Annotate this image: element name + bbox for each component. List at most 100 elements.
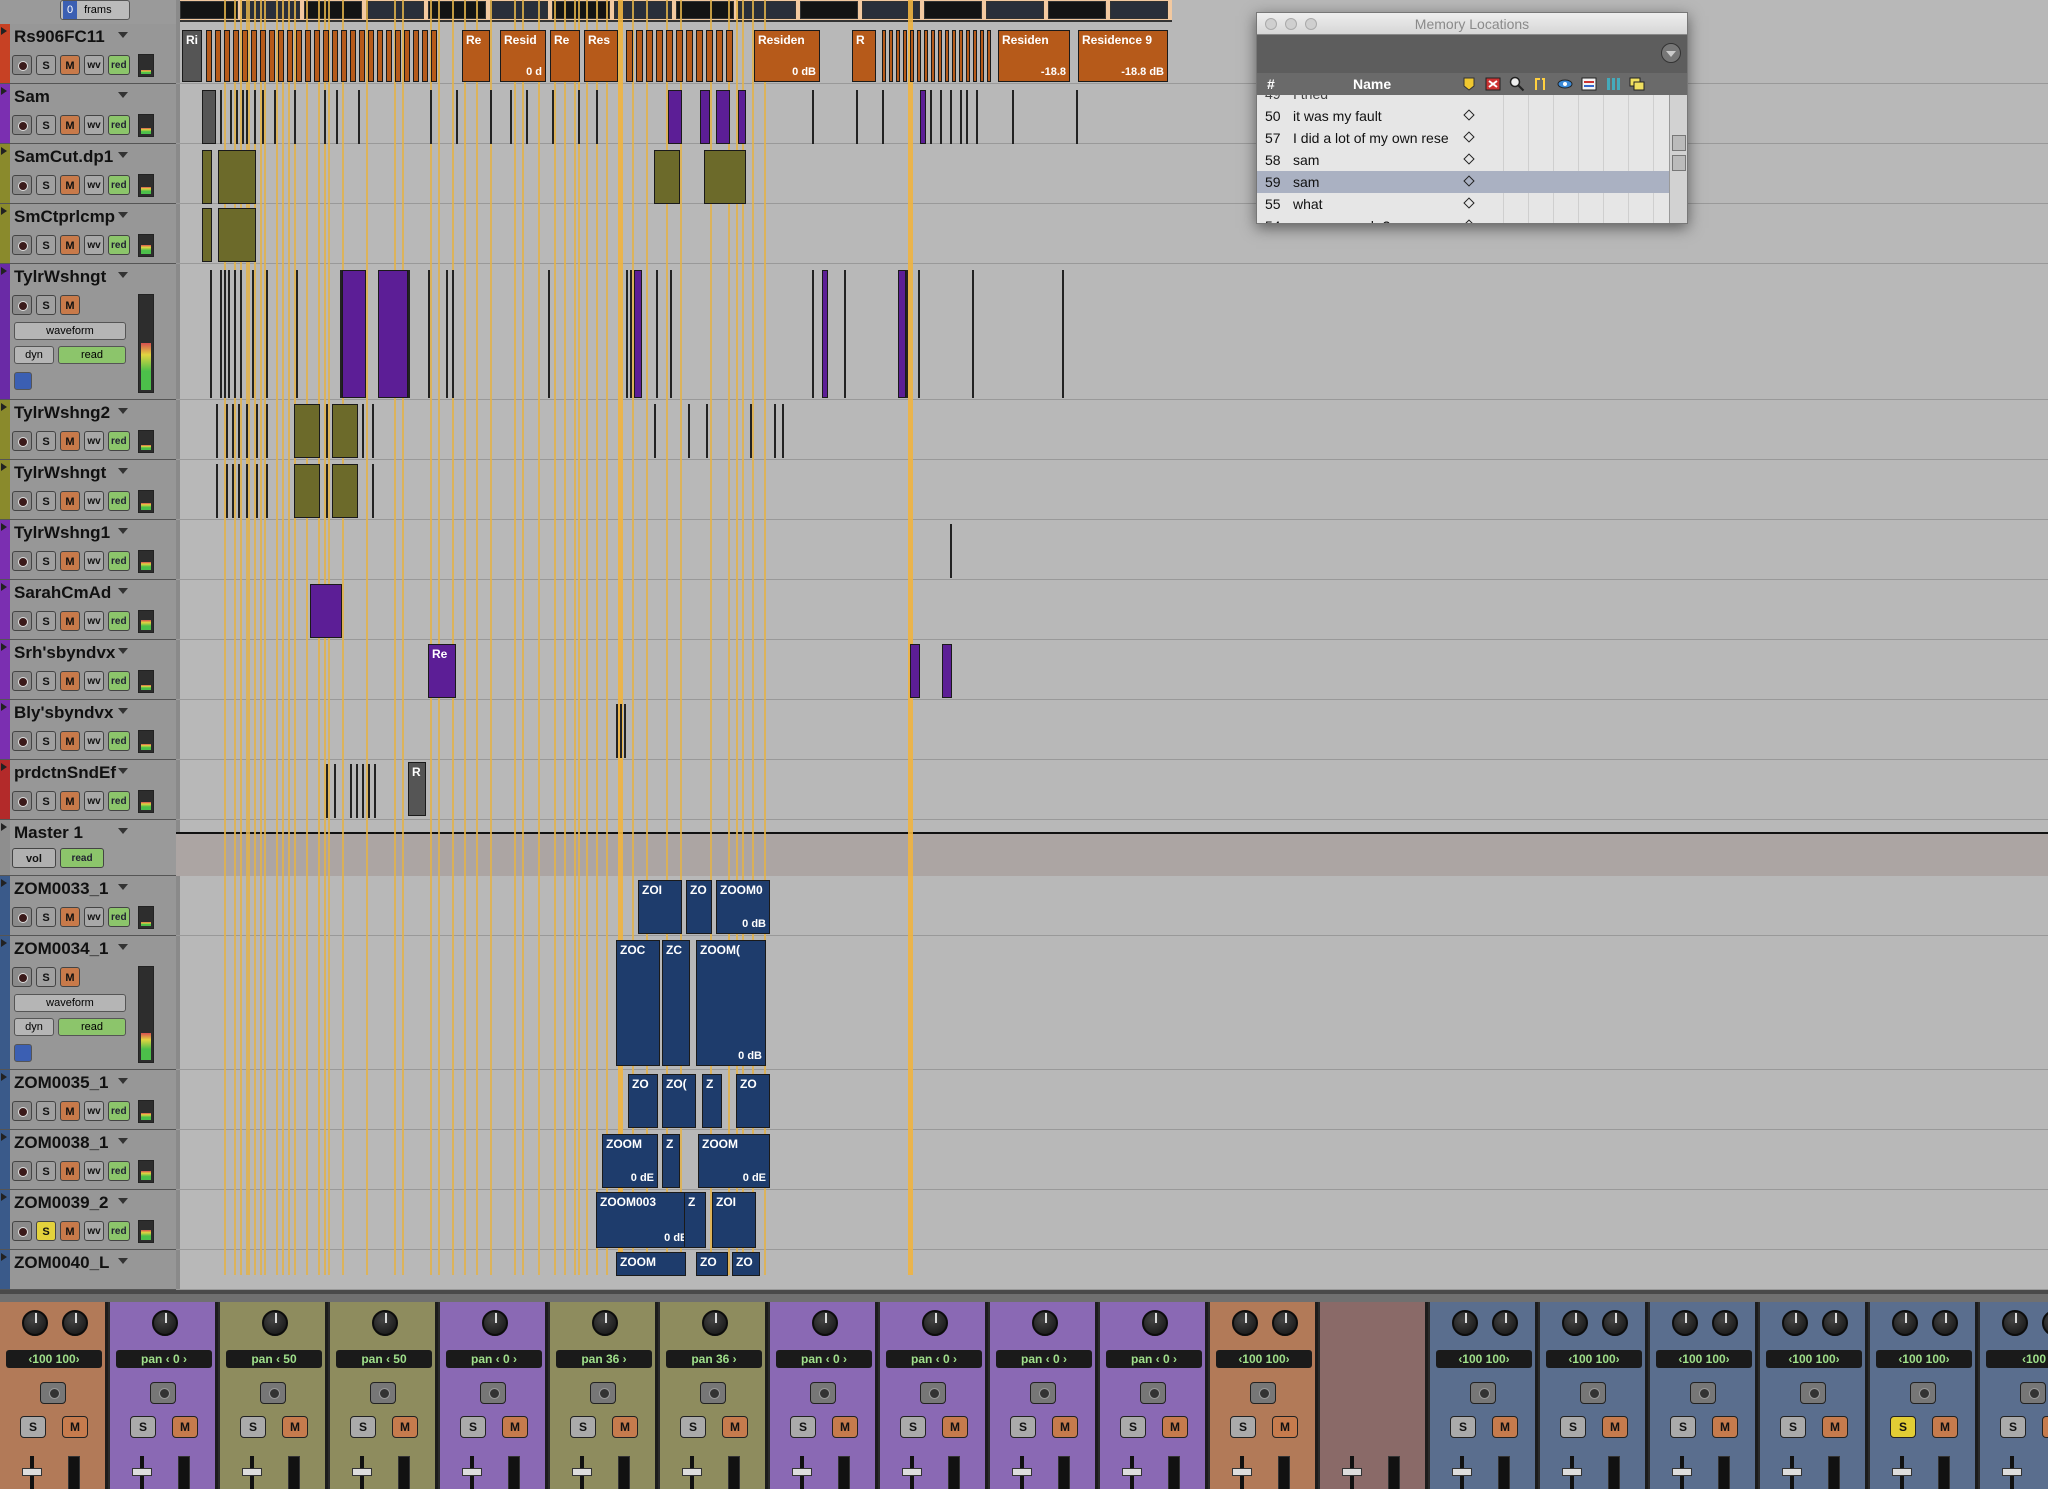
track-header[interactable]: Bly'sbyndvx S Mwv red (0, 700, 176, 760)
video-thumbnail[interactable] (986, 1, 1044, 19)
audio-clip[interactable]: Re (462, 30, 490, 82)
scroll-down-arrow[interactable] (1672, 155, 1686, 171)
solo-button[interactable]: S (36, 1101, 56, 1121)
audio-clip[interactable] (976, 90, 978, 144)
track-header[interactable]: SarahCmAd S Mwv red (0, 580, 176, 640)
solo-button[interactable]: S (900, 1416, 926, 1438)
fader[interactable] (1214, 1452, 1314, 1489)
chevron-down-icon[interactable] (118, 646, 128, 656)
audio-clip[interactable] (224, 270, 226, 398)
audio-clip[interactable] (386, 30, 392, 82)
audio-clip[interactable]: ZO( (662, 1074, 696, 1128)
audio-clip[interactable] (220, 90, 222, 144)
video-thumbnail[interactable] (304, 1, 362, 19)
mute-button[interactable]: M (60, 611, 80, 631)
audio-clip[interactable] (252, 270, 254, 398)
audio-clip[interactable] (246, 464, 248, 518)
audio-clip[interactable] (240, 270, 242, 398)
automation-mode-selector[interactable]: read (58, 346, 126, 364)
audio-clip[interactable] (246, 404, 248, 458)
marker-diamond-icon[interactable] (1463, 131, 1475, 143)
track-header[interactable]: TylrWshngt S Mwaveform dyn read (0, 264, 176, 400)
solo-button[interactable]: S (1560, 1416, 1586, 1438)
fader[interactable] (554, 1452, 654, 1489)
fader-cap[interactable] (2002, 1468, 2022, 1476)
audio-clip[interactable] (920, 90, 926, 144)
pan-left-knob[interactable] (1452, 1310, 1478, 1336)
chevron-down-icon[interactable] (118, 210, 128, 220)
solo-button[interactable]: S (460, 1416, 486, 1438)
chevron-down-icon[interactable] (118, 270, 128, 280)
expand-arrow-icon[interactable] (1, 823, 7, 831)
audio-clip[interactable] (636, 30, 643, 82)
track-header[interactable]: Master 1 vol read (0, 820, 176, 876)
audio-clip[interactable] (654, 404, 656, 458)
automation-mode-selector[interactable]: read (60, 848, 104, 868)
audio-clip[interactable]: R (852, 30, 876, 82)
audio-clip[interactable] (952, 30, 956, 82)
audio-clip[interactable] (202, 208, 212, 262)
record-enable-button[interactable] (12, 295, 32, 315)
audio-clip[interactable] (216, 464, 218, 518)
track-view-button[interactable]: wv (84, 1221, 104, 1241)
track-name[interactable]: Rs906FC11 (10, 26, 130, 48)
track-view-button[interactable]: wv (84, 175, 104, 195)
automation-mode-button[interactable]: red (108, 611, 130, 631)
mute-button[interactable]: M (392, 1416, 418, 1438)
audio-clip[interactable] (395, 30, 401, 82)
track-header[interactable]: ZOM0038_1 S Mwv red (0, 1130, 176, 1190)
mute-button[interactable]: M (1492, 1416, 1518, 1438)
track-lane[interactable] (176, 520, 2048, 580)
track-heights-icon[interactable] (1581, 76, 1597, 92)
pan-knob[interactable] (922, 1310, 948, 1336)
automation-mode-button[interactable]: red (108, 175, 130, 195)
memory-location-row[interactable]: 59 sam (1257, 171, 1669, 193)
audio-clip[interactable]: ZOI (638, 880, 682, 934)
pan-value-display[interactable]: ‹100 100› (1876, 1350, 1972, 1368)
chevron-down-icon[interactable] (118, 586, 128, 596)
automation-mode-selector[interactable]: read (58, 1018, 126, 1036)
track-name[interactable]: TylrWshng2 (10, 402, 130, 424)
audio-clip[interactable] (930, 90, 932, 144)
track-header[interactable]: Srh'sbyndvx S Mwv red (0, 640, 176, 700)
pan-value-display[interactable]: pan ‹ 0 › (446, 1350, 542, 1368)
memory-window-titlebar[interactable]: Memory Locations (1257, 13, 1687, 35)
audio-clip[interactable] (374, 764, 376, 818)
fader-cap[interactable] (1782, 1468, 1802, 1476)
track-lane[interactable] (176, 144, 2048, 204)
audio-clip[interactable] (274, 90, 276, 144)
memory-locations-list[interactable]: 49 I tried 50 it was my fault 57 I did a lo… (1257, 95, 1669, 223)
audio-clip[interactable] (548, 270, 550, 398)
audio-clip[interactable] (896, 30, 900, 82)
audio-clip[interactable]: ZO (696, 1252, 728, 1276)
audio-clip[interactable] (966, 30, 970, 82)
record-enable-button[interactable] (1800, 1382, 1826, 1404)
fader[interactable] (1764, 1452, 1864, 1489)
audio-clip[interactable] (238, 464, 240, 518)
track-view-button[interactable]: wv (84, 907, 104, 927)
audio-clip[interactable] (624, 704, 626, 758)
audio-clip[interactable] (310, 584, 342, 638)
chevron-down-icon[interactable] (118, 150, 128, 160)
audio-clip[interactable] (336, 90, 338, 144)
record-enable-button[interactable] (590, 1382, 616, 1404)
audio-clip[interactable]: ZOOM0 0 dB (716, 880, 770, 934)
audio-clip[interactable]: ZOOM (616, 1252, 686, 1276)
track-name[interactable]: ZOM0034_1 (10, 938, 130, 960)
track-header[interactable]: ZOM0033_1 S Mwv red (0, 876, 176, 936)
video-thumbnail[interactable] (552, 1, 610, 19)
volume-view-selector[interactable]: vol (12, 848, 56, 868)
record-enable-button[interactable] (370, 1382, 396, 1404)
audio-clip[interactable] (332, 30, 338, 82)
expand-arrow-icon[interactable] (1, 879, 7, 887)
fader-cap[interactable] (1232, 1468, 1252, 1476)
fader[interactable] (1984, 1452, 2048, 1489)
pan-value-display[interactable]: ‹100 100› (1656, 1350, 1752, 1368)
audio-clip[interactable] (812, 90, 814, 144)
expand-arrow-icon[interactable] (1, 403, 7, 411)
track-name[interactable]: SarahCmAd (10, 582, 130, 604)
audio-clip[interactable]: Z (662, 1134, 680, 1188)
automation-mode-button[interactable]: red (108, 671, 130, 691)
mute-button[interactable]: M (60, 551, 80, 571)
audio-clip[interactable]: Res (584, 30, 618, 82)
